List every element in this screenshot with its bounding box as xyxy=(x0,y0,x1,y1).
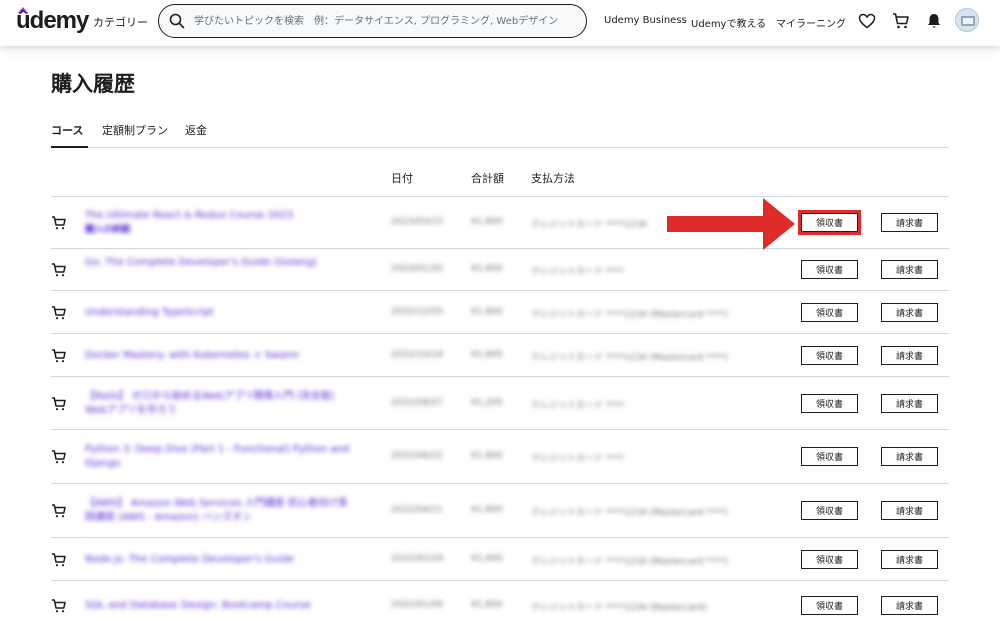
purchase-total: ¥1,200 xyxy=(471,397,503,408)
course-title-link[interactable]: Node.js: The Complete Developer's Guide xyxy=(85,553,355,567)
teach-on-udemy-link[interactable]: Udemyで教える xyxy=(691,15,766,30)
receipt-button[interactable]: 領収書 xyxy=(801,302,858,322)
invoice-button[interactable]: 請求書 xyxy=(881,260,938,279)
purchase-total: ¥1,600 xyxy=(471,553,503,564)
course-title-link[interactable]: Docker Mastery: with Kubernetes + Swarm xyxy=(85,349,355,363)
receipt-button[interactable]: 領収書 xyxy=(801,345,858,365)
udemy-business-link[interactable]: Udemy Business xyxy=(604,15,687,26)
search-icon[interactable] xyxy=(169,13,185,29)
receipt-button[interactable]: 領収書 xyxy=(801,260,858,279)
purchase-total: ¥1,800 xyxy=(471,505,503,515)
header-date: 日付 xyxy=(391,172,413,185)
purchase-date: 2022/08/07 xyxy=(391,397,443,408)
cart-icon[interactable] xyxy=(891,11,911,31)
purchase-date: 2022/02/28 xyxy=(391,553,443,564)
purchase-date: 2022/10/18 xyxy=(391,349,443,360)
course-title-link[interactable]: 【Rails】 ゼロから始めるWebアプリ開発入門 (完全版) Webアプリを作… xyxy=(85,390,355,418)
invoice-button[interactable]: 請求書 xyxy=(881,549,938,569)
cart-icon xyxy=(52,552,66,566)
receipt-button[interactable]: 領収書 xyxy=(801,549,858,569)
purchase-total: ¥1,800 xyxy=(471,217,503,227)
top-header: ûdemy カテゴリー Udemy Business Udemyで教える マイラ… xyxy=(0,0,1000,46)
search-input[interactable] xyxy=(194,5,579,37)
cart-icon xyxy=(52,263,66,277)
receipt-button[interactable]: 領収書 xyxy=(801,447,858,466)
payment-method: クレジットカード **** xyxy=(531,400,624,411)
purchase-date: 2023/03/15 xyxy=(391,217,443,227)
cart-icon xyxy=(52,504,66,518)
cart-icon xyxy=(52,599,66,613)
cart-icon xyxy=(52,450,66,464)
table-row: Go: The Complete Developer's Guide (Gola… xyxy=(51,249,949,291)
avatar[interactable] xyxy=(955,8,979,32)
payment-method: クレジットカード ****1234 (Mastercard ****) xyxy=(531,556,728,567)
course-title-link[interactable]: Python 3: Deep Dive (Part 1 - Functional… xyxy=(85,443,355,471)
payment-method: クレジットカード ****1234 (Mastercard) xyxy=(531,603,707,613)
cart-icon xyxy=(52,396,66,410)
purchase-total: ¥1,800 xyxy=(471,600,503,610)
table-row: The Ultimate React & Redux Course 2023 購… xyxy=(51,197,949,249)
purchase-date: 2022/12/05 xyxy=(391,306,443,317)
table-row: Docker Mastery: with Kubernetes + Swarm … xyxy=(51,334,949,377)
invoice-button[interactable]: 請求書 xyxy=(881,447,938,466)
red-arrow-annotation xyxy=(667,198,795,250)
invoice-button[interactable]: 請求書 xyxy=(881,345,938,365)
cart-icon xyxy=(52,216,66,230)
categories-link[interactable]: カテゴリー xyxy=(93,14,148,30)
course-title-link[interactable]: 【AWS】 Amazon Web Services 入門講座 初心者向け実践講座… xyxy=(85,497,355,525)
purchase-date: 2022/01/09 xyxy=(391,600,443,610)
purchase-date: 2023/01/20 xyxy=(391,264,443,274)
purchase-date: 2022/04/11 xyxy=(391,505,443,515)
course-title-link[interactable]: The Ultimate React & Redux Course 2023 購… xyxy=(85,209,355,237)
purchase-total: ¥1,600 xyxy=(471,349,503,360)
table-row: 【Rails】 ゼロから始めるWebアプリ開発入門 (完全版) Webアプリを作… xyxy=(51,377,949,430)
invoice-button[interactable]: 請求書 xyxy=(881,302,938,322)
course-title-link[interactable]: Understanding TypeScript xyxy=(85,306,355,320)
cart-icon xyxy=(52,305,66,319)
purchase-total: ¥1,800 xyxy=(471,306,503,317)
header-payment-method: 支払方法 xyxy=(531,172,575,185)
payment-method: クレジットカード **** xyxy=(531,454,624,464)
invoice-button[interactable]: 請求書 xyxy=(881,596,938,615)
table-row: 【AWS】 Amazon Web Services 入門講座 初心者向け実践講座… xyxy=(51,484,949,538)
tab-courses[interactable]: コース xyxy=(51,122,88,148)
payment-method: クレジットカード ****1234 (Mastercard ****) xyxy=(531,508,728,518)
purchase-date: 2022/06/22 xyxy=(391,451,443,461)
avatar-image-icon xyxy=(961,16,975,26)
tab-refunds[interactable]: 返金 xyxy=(185,122,207,148)
tab-subscription-plans[interactable]: 定額制プラン xyxy=(102,122,168,148)
table-row: Understanding TypeScript 2022/12/05 ¥1,8… xyxy=(51,291,949,334)
purchase-detail-link[interactable]: 購入の詳細 xyxy=(85,223,355,237)
purchase-total: ¥1,600 xyxy=(471,264,503,274)
page-title: 購入履歴 xyxy=(51,71,135,96)
header-total: 合計額 xyxy=(471,172,504,185)
table-row: Node.js: The Complete Developer's Guide … xyxy=(51,538,949,581)
course-title-link[interactable]: Go: The Complete Developer's Guide (Gola… xyxy=(85,256,355,270)
tab-bar: コース 定額制プラン 返金 xyxy=(51,118,949,148)
receipt-button[interactable]: 領収書 xyxy=(801,393,858,413)
table-row: Python 3: Deep Dive (Part 1 - Functional… xyxy=(51,430,949,484)
payment-method: クレジットカード **** xyxy=(531,267,624,277)
receipt-button[interactable]: 領収書 xyxy=(801,501,858,520)
table-header: 日付 合計額 支払方法 xyxy=(51,160,949,197)
search-bar[interactable] xyxy=(158,4,587,38)
cart-icon xyxy=(52,348,66,362)
my-learning-link[interactable]: マイラーニング xyxy=(776,15,846,30)
payment-method: クレジットカード ****1234 (Mastercard ****) xyxy=(531,352,728,363)
receipt-button[interactable]: 領収書 xyxy=(798,210,861,235)
table-row: SQL and Database Design: Bootcamp Course… xyxy=(51,581,949,618)
bell-icon[interactable] xyxy=(924,11,944,31)
receipt-button[interactable]: 領収書 xyxy=(801,596,858,615)
heart-icon[interactable] xyxy=(857,11,877,31)
course-title-link[interactable]: SQL and Database Design: Bootcamp Course xyxy=(85,599,355,613)
invoice-button[interactable]: 請求書 xyxy=(881,213,938,232)
logo-cap-icon xyxy=(18,7,28,13)
purchase-total: ¥1,800 xyxy=(471,451,503,461)
invoice-button[interactable]: 請求書 xyxy=(881,501,938,520)
payment-method: クレジットカード ****1234 (Mastercard ****) xyxy=(531,309,728,320)
invoice-button[interactable]: 請求書 xyxy=(881,393,938,413)
